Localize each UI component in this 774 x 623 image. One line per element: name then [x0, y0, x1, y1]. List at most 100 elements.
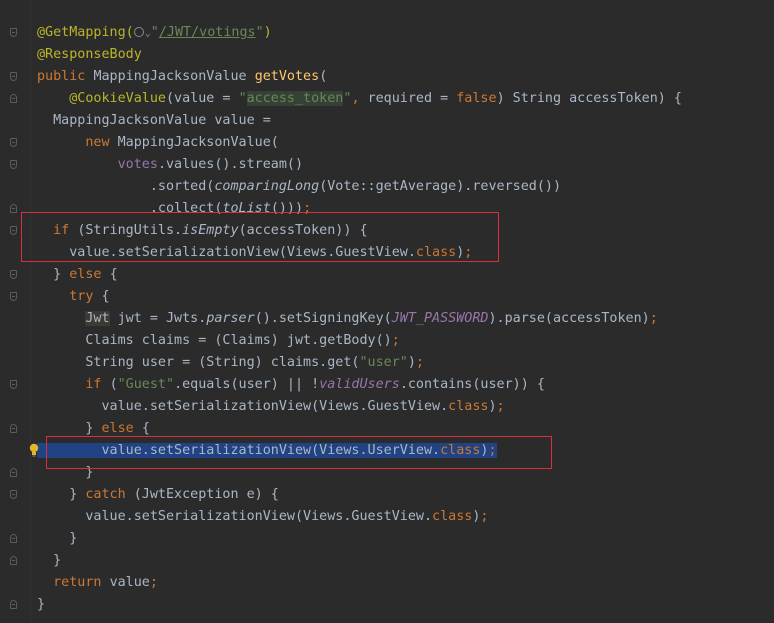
- code-text[interactable]: MappingJacksonValue value =: [37, 110, 271, 132]
- code-text[interactable]: new MappingJacksonValue(: [37, 132, 279, 154]
- code-line[interactable]: new MappingJacksonValue(: [0, 132, 774, 154]
- code-line[interactable]: value.setSerializationView(Views.GuestVi…: [0, 396, 774, 418]
- code-token: access_token: [246, 91, 344, 106]
- code-line[interactable]: value.setSerializationView(Views.GuestVi…: [0, 506, 774, 528]
- fold-end-icon[interactable]: [10, 556, 17, 565]
- code-token: @CookieValue: [69, 91, 166, 106]
- code-token: jwt = Jwts.: [109, 311, 207, 326]
- code-line[interactable]: }: [0, 550, 774, 572]
- code-text[interactable]: @GetMapping(⌄"/JWT/votings"): [37, 22, 272, 45]
- code-line[interactable]: Jwt jwt = Jwts.parser().setSigningKey(JW…: [0, 308, 774, 330]
- fold-start-icon[interactable]: [10, 72, 17, 81]
- code-token: ;: [149, 575, 158, 590]
- code-line[interactable]: .sorted(comparingLong(Vote::getAverage).…: [0, 176, 774, 198]
- code-token: new: [85, 135, 118, 150]
- fold-start-icon[interactable]: [10, 28, 17, 37]
- code-token: }: [37, 553, 62, 568]
- code-line[interactable]: Claims claims = (Claims) jwt.getBody();: [0, 330, 774, 352]
- code-line[interactable]: } catch (JwtException e) {: [0, 484, 774, 506]
- code-text[interactable]: try {: [37, 286, 110, 308]
- code-token: votes: [117, 157, 158, 172]
- code-text[interactable]: Jwt jwt = Jwts.parser().setSigningKey(JW…: [37, 308, 658, 330]
- code-token: comparingLong: [214, 179, 320, 194]
- code-token: }: [37, 531, 78, 546]
- code-text[interactable]: return value;: [37, 572, 158, 594]
- code-token: catch: [85, 487, 134, 502]
- code-token: (value =: [166, 91, 239, 106]
- fold-end-icon[interactable]: [10, 204, 17, 213]
- code-token: class: [448, 399, 489, 414]
- code-token: class: [432, 509, 473, 524]
- fold-end-icon[interactable]: [10, 468, 17, 477]
- code-token: ;: [480, 509, 489, 524]
- code-line[interactable]: }: [0, 594, 774, 616]
- globe-icon[interactable]: [133, 27, 144, 37]
- code-text[interactable]: }: [37, 528, 77, 550]
- code-text[interactable]: @CookieValue(value = "access_token", req…: [37, 88, 682, 110]
- code-line[interactable]: MappingJacksonValue value =: [0, 110, 774, 132]
- code-line[interactable]: if ("Guest".equals(user) || !validUsers.…: [0, 374, 774, 396]
- fold-start-icon[interactable]: [10, 292, 17, 301]
- code-text[interactable]: if ("Guest".equals(user) || !validUsers.…: [37, 374, 545, 396]
- fold-end-icon[interactable]: [10, 534, 17, 543]
- code-token: @ResponseBody: [37, 47, 142, 62]
- code-line[interactable]: try {: [0, 286, 774, 308]
- code-token: MappingJacksonValue value =: [37, 113, 271, 128]
- code-text[interactable]: @ResponseBody: [37, 44, 142, 66]
- code-token: {: [101, 289, 110, 304]
- code-text[interactable]: Claims claims = (Claims) jwt.getBody();: [37, 330, 399, 352]
- fold-start-icon[interactable]: [10, 490, 17, 499]
- code-text[interactable]: }: [37, 550, 61, 572]
- fold-end-icon[interactable]: [10, 424, 17, 433]
- code-line[interactable]: @ResponseBody: [0, 44, 774, 66]
- code-line[interactable]: votes.values().stream(): [0, 154, 774, 176]
- fold-start-icon[interactable]: [10, 380, 17, 389]
- code-token: getVotes: [254, 69, 320, 84]
- code-token: }: [37, 597, 46, 612]
- fold-end-icon[interactable]: [10, 600, 17, 609]
- code-line[interactable]: }: [0, 528, 774, 550]
- fold-start-icon[interactable]: [10, 226, 17, 235]
- code-token: MappingJacksonValue(: [117, 135, 279, 150]
- code-text[interactable]: votes.values().stream(): [37, 154, 303, 176]
- code-token: (: [109, 377, 118, 392]
- code-text[interactable]: value.setSerializationView(Views.GuestVi…: [37, 506, 488, 528]
- highlight-box-user-view: [46, 436, 552, 469]
- code-text[interactable]: } catch (JwtException e) {: [37, 484, 279, 506]
- code-text[interactable]: public MappingJacksonValue getVotes(: [37, 66, 327, 88]
- code-token: {: [141, 421, 150, 436]
- code-token: ) String accessToken) {: [496, 91, 682, 106]
- code-text[interactable]: String user = (String) claims.get("user"…: [37, 352, 424, 374]
- fold-start-icon[interactable]: [10, 270, 17, 279]
- code-editor[interactable]: @GetMapping(⌄"/JWT/votings") @ResponseBod…: [0, 0, 774, 623]
- code-token: try: [69, 289, 102, 304]
- code-text[interactable]: }: [37, 594, 45, 616]
- code-token: validUsers: [319, 377, 400, 392]
- code-token: (Vote::getAverage).reversed()): [319, 179, 562, 194]
- code-token: "user": [359, 355, 408, 370]
- code-token: Jwt: [85, 311, 110, 326]
- lightbulb-icon[interactable]: [29, 443, 39, 457]
- code-line[interactable]: @GetMapping(⌄"/JWT/votings"): [0, 22, 774, 44]
- fold-start-icon[interactable]: [10, 138, 17, 147]
- code-token: }: [37, 421, 102, 436]
- code-token: value: [109, 575, 150, 590]
- fold-end-icon[interactable]: [10, 94, 17, 103]
- code-text[interactable]: value.setSerializationView(Views.GuestVi…: [37, 396, 505, 418]
- code-token: .sorted(: [37, 179, 215, 194]
- fold-start-icon[interactable]: [10, 160, 17, 169]
- code-token: .values().stream(): [157, 157, 304, 172]
- code-line[interactable]: String user = (String) claims.get("user"…: [0, 352, 774, 374]
- code-line[interactable]: @CookieValue(value = "access_token", req…: [0, 88, 774, 110]
- code-token: MappingJacksonValue: [93, 69, 255, 84]
- code-text[interactable]: } else {: [37, 264, 118, 286]
- code-text[interactable]: .sorted(comparingLong(Vote::getAverage).…: [37, 176, 561, 198]
- code-line[interactable]: return value;: [0, 572, 774, 594]
- code-token: return: [53, 575, 110, 590]
- code-line[interactable]: } else {: [0, 264, 774, 286]
- code-token: ;: [496, 399, 505, 414]
- code-line[interactable]: public MappingJacksonValue getVotes(: [0, 66, 774, 88]
